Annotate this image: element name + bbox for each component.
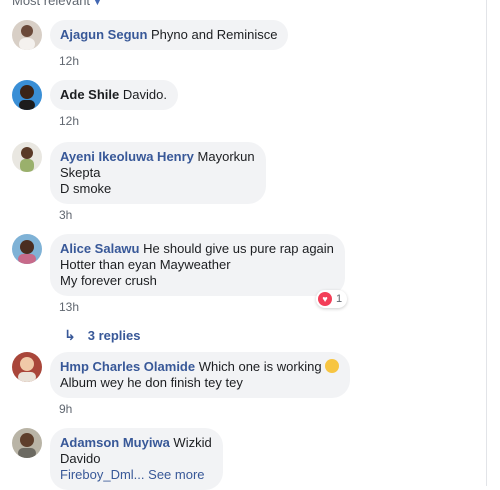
- comment-text: Hotter than eyan Mayweather: [60, 257, 231, 272]
- comment-bubble: Alice Salawu He should give us pure rap …: [50, 234, 345, 296]
- comment-time[interactable]: 13h: [59, 300, 79, 314]
- comment-text-link[interactable]: Fireboy_Dml...: [60, 467, 145, 482]
- comment-text: Mayorkun: [197, 149, 255, 164]
- divider: [486, 0, 487, 486]
- comment-author[interactable]: Ade Shile: [60, 87, 119, 102]
- comment-text: D smoke: [60, 181, 112, 196]
- face-emoji-icon: [324, 359, 339, 373]
- comment-author[interactable]: Alice Salawu: [60, 241, 139, 256]
- comment-bubble: Hmp Charles Olamide Which one is working…: [50, 352, 350, 398]
- sort-label: Most relevant: [12, 0, 91, 8]
- comment-text: Skepta: [60, 165, 101, 180]
- avatar[interactable]: [12, 234, 42, 264]
- comment-time[interactable]: 3h: [59, 208, 72, 222]
- comment-text: He should give us pure rap again: [143, 241, 334, 256]
- comment-time[interactable]: 12h: [59, 54, 79, 68]
- heart-reaction-icon: ♥: [318, 292, 332, 306]
- reaction-count: 1: [336, 293, 343, 305]
- comment-bubble: Ajagun Segun Phyno and Reminisce: [50, 20, 289, 50]
- avatar[interactable]: [12, 142, 42, 172]
- comment-text: Which one is working: [198, 359, 322, 374]
- comment-text: Album wey he don finish tey tey: [60, 375, 243, 390]
- reply-arrow-icon: ↳: [64, 327, 76, 343]
- comment-text: Davido.: [122, 87, 167, 102]
- avatar[interactable]: [12, 428, 42, 458]
- see-more-link[interactable]: See more: [148, 467, 204, 482]
- comment-bubble: Ade Shile Davido.: [50, 80, 178, 110]
- caret-down-icon: ▼: [93, 0, 102, 7]
- avatar[interactable]: [12, 352, 42, 382]
- view-replies-link[interactable]: ↳ 3 replies: [64, 327, 141, 344]
- avatar[interactable]: [12, 80, 42, 110]
- comment-text: Davido: [60, 451, 101, 466]
- comment-time[interactable]: 12h: [59, 114, 79, 128]
- reaction-badge[interactable]: ♥ 1: [316, 290, 348, 308]
- comment-author[interactable]: Adamson Muyiwa: [60, 435, 170, 450]
- comment-author[interactable]: Hmp Charles Olamide: [60, 359, 195, 374]
- comment-text: Wizkid: [173, 435, 212, 450]
- comment-time[interactable]: 9h: [59, 402, 72, 416]
- comment-bubble: Ayeni Ikeoluwa Henry Mayorkun Skepta D s…: [50, 142, 266, 204]
- replies-label: 3 replies: [87, 328, 141, 343]
- comment-text: My forever crush: [60, 273, 157, 288]
- comment-text: Phyno and Reminisce: [151, 27, 278, 42]
- comment-author[interactable]: Ayeni Ikeoluwa Henry: [60, 149, 194, 164]
- comment-bubble: Adamson Muyiwa Wizkid Davido Fireboy_Dml…: [50, 428, 223, 490]
- avatar[interactable]: [12, 20, 42, 50]
- comment-author[interactable]: Ajagun Segun: [60, 27, 147, 42]
- sort-dropdown[interactable]: Most relevant ▼: [12, 0, 102, 8]
